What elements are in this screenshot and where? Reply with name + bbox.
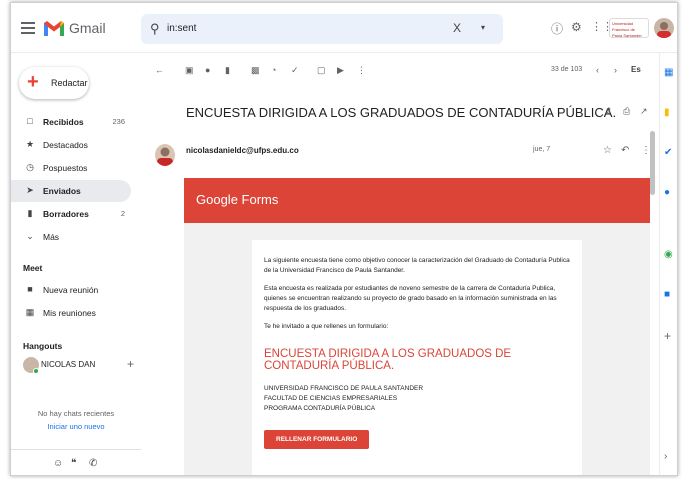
- reply-icon[interactable]: ↶: [621, 145, 629, 156]
- tasks-app-icon[interactable]: ✔: [664, 147, 672, 158]
- start-new-chat-link[interactable]: Iniciar uno nuevo: [11, 422, 141, 431]
- google-forms-header: Google Forms: [184, 178, 650, 223]
- sender-avatar[interactable]: [155, 144, 175, 166]
- gmail-logo-icon[interactable]: [43, 20, 65, 36]
- form-invite-card: La siguiente encuesta tiene como objetiv…: [252, 240, 582, 475]
- message-subject: ENCUESTA DIRIGIDA A LOS GRADUADOS DE CON…: [186, 105, 617, 120]
- google-forms-brand: Google Forms: [196, 192, 279, 207]
- sender-email[interactable]: nicolasdanieldc@ufps.edu.co: [186, 146, 299, 155]
- delete-icon[interactable]: ▮: [225, 65, 230, 76]
- fill-form-button[interactable]: RELLENAR FORMULARIO: [264, 430, 370, 449]
- online-status-icon: [33, 368, 39, 374]
- calendar-icon: ▦: [25, 307, 35, 317]
- sidebar-bottom-bar: ☺ ❝ ✆: [11, 449, 141, 475]
- send-icon: ➤: [26, 185, 34, 195]
- mark-unread-icon[interactable]: ▩: [251, 65, 260, 76]
- report-spam-icon[interactable]: ●: [205, 65, 210, 75]
- video-icon: ■: [27, 284, 33, 294]
- compose-plus-icon: +: [27, 71, 39, 93]
- form-invite-area: La siguiente encuesta tiene como objetiv…: [184, 223, 650, 475]
- draft-icon: ▮: [27, 208, 33, 218]
- org-line-2: FACULTAD DE CIENCIAS EMPRESARIALES: [264, 395, 398, 402]
- pager-text: 33 de 103: [551, 66, 583, 73]
- next-icon[interactable]: ›: [614, 65, 617, 75]
- sidebar-item-starred[interactable]: ★ Destacados: [11, 134, 131, 156]
- org-line-3: PROGRAMA CONTADURÍA PÚBLICA: [264, 405, 376, 412]
- message-toolbar: ← ▣ ● ▮ ▩ ◔ ✓ ▢ ▶ ⋮ 33 de 103 ‹ › Es: [141, 53, 655, 87]
- meet-section-title: Meet: [23, 263, 43, 273]
- inbox-icon: □: [27, 116, 33, 126]
- chevron-down-icon: ⌄: [26, 231, 34, 241]
- compose-button[interactable]: + Redactar: [19, 67, 89, 99]
- calendar-app-icon[interactable]: ▦: [664, 67, 673, 78]
- sidebar-item-drafts[interactable]: ▮ Borradores 2: [11, 203, 131, 225]
- contacts-icon[interactable]: ☺: [53, 458, 63, 469]
- message-date: jue, 7: [533, 146, 551, 153]
- star-icon: ★: [25, 139, 35, 149]
- scrollbar[interactable]: [650, 131, 655, 195]
- contacts-app-icon[interactable]: ●: [664, 187, 670, 198]
- search-options-icon[interactable]: ▾: [481, 23, 485, 32]
- clock-icon: ◷: [26, 162, 34, 172]
- account-avatar[interactable]: [654, 18, 674, 38]
- help-icon[interactable]: ⓘ: [551, 20, 563, 37]
- sidebar-item-more[interactable]: ⌄ Más: [11, 226, 131, 248]
- side-panel: ▦ ▮ ✔ ● ◉ ■ + ›: [659, 53, 677, 475]
- message-view: ← ▣ ● ▮ ▩ ◔ ✓ ▢ ▶ ⋮ 33 de 103 ‹ › Es ENC…: [141, 53, 655, 475]
- back-arrow-icon[interactable]: ←: [155, 65, 164, 75]
- form-invite-text: Te he invitado a que rellenes un formula…: [264, 323, 389, 330]
- star-icon[interactable]: ☆: [603, 145, 612, 156]
- phone-icon[interactable]: ✆: [89, 458, 97, 469]
- form-title[interactable]: ENCUESTA DIRIGIDA A LOS GRADUADOS DE CON…: [264, 348, 570, 372]
- label-icon[interactable]: ▶: [337, 65, 344, 76]
- org-line-1: UNIVERSIDAD FRANCISCO DE PAULA SANTANDER: [264, 385, 424, 392]
- print-icon[interactable]: ⎙: [623, 106, 630, 117]
- sidebar-item-inbox[interactable]: □ Recibidos 236: [11, 111, 131, 133]
- main-menu-icon[interactable]: [21, 22, 35, 34]
- search-bar[interactable]: ⚲ in:sent X ▾: [141, 14, 503, 44]
- expand-icon[interactable]: ⇕: [605, 106, 613, 117]
- sidebar-item-sent[interactable]: ➤ Enviados: [11, 180, 131, 202]
- search-icon[interactable]: ⚲: [150, 21, 160, 37]
- organization-logo[interactable]: Universidad Francisco de Paula Santander: [609, 18, 649, 38]
- expand-panel-icon[interactable]: ›: [664, 451, 667, 462]
- open-new-window-icon[interactable]: ↗: [640, 106, 648, 117]
- meet-new-meeting[interactable]: ■ Nueva reunión: [11, 279, 131, 301]
- top-bar: Gmail ⚲ in:sent X ▾ ⓘ ⚙ ⋮⋮ Universidad F…: [11, 3, 677, 53]
- no-chats-text: No hay chats recientes: [37, 409, 115, 418]
- gmail-logo-text: Gmail: [69, 20, 106, 36]
- form-description-1: La siguiente encuesta tiene como objetiv…: [264, 257, 570, 274]
- hangouts-section-title: Hangouts: [23, 341, 63, 351]
- gmail-window: Gmail ⚲ in:sent X ▾ ⓘ ⚙ ⋮⋮ Universidad F…: [10, 2, 678, 476]
- add-hangout-icon[interactable]: +: [127, 357, 134, 371]
- add-task-icon[interactable]: ✓: [291, 65, 299, 76]
- language-selector[interactable]: Es: [631, 65, 641, 74]
- meet-app-icon[interactable]: ■: [664, 289, 670, 300]
- archive-icon[interactable]: ▣: [185, 65, 194, 76]
- keep-app-icon[interactable]: ▮: [664, 107, 670, 118]
- snooze-icon[interactable]: ◔: [271, 65, 276, 75]
- settings-icon[interactable]: ⚙: [571, 20, 582, 34]
- add-app-icon[interactable]: +: [664, 329, 671, 343]
- sidebar-item-snoozed[interactable]: ◷ Pospuestos: [11, 157, 131, 179]
- search-input[interactable]: in:sent: [167, 23, 196, 34]
- move-to-icon[interactable]: ▢: [317, 65, 326, 76]
- meet-my-meetings[interactable]: ▦ Mis reuniones: [11, 302, 131, 324]
- hangouts-user[interactable]: NICOLAS DAN +: [23, 357, 139, 377]
- more-options-icon[interactable]: ⋮: [357, 65, 366, 76]
- sidebar: + Redactar □ Recibidos 236 ★ Destacados …: [11, 53, 141, 475]
- hangouts-chat-icon[interactable]: ❝: [71, 458, 76, 469]
- clear-search-icon[interactable]: X: [453, 21, 461, 35]
- previous-icon[interactable]: ‹: [596, 65, 599, 75]
- form-description-2: Esta encuesta es realizada por estudiant…: [264, 285, 557, 312]
- maps-app-icon[interactable]: ◉: [664, 249, 673, 260]
